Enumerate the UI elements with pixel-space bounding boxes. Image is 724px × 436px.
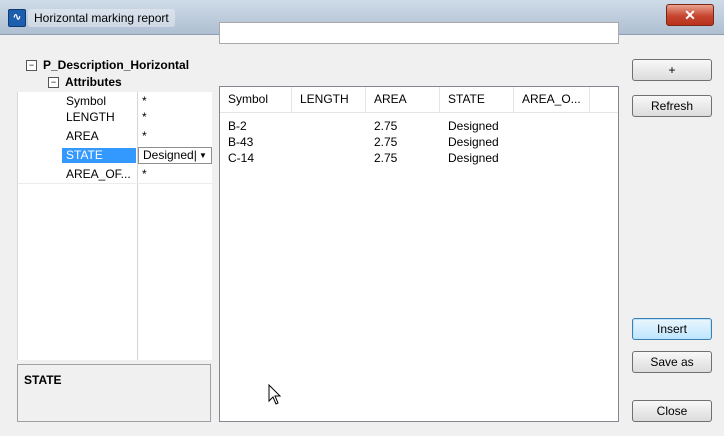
- cell-state: Designed: [448, 151, 499, 165]
- column-header-area[interactable]: AREA: [366, 87, 440, 112]
- column-header-symbol[interactable]: Symbol: [220, 87, 292, 112]
- refresh-button[interactable]: Refresh: [632, 95, 712, 117]
- list-row[interactable]: B-2 2.75 Designed: [220, 119, 618, 133]
- property-value[interactable]: *: [138, 129, 212, 144]
- attributes-label: Attributes: [65, 75, 122, 89]
- column-header-state[interactable]: STATE: [440, 87, 514, 112]
- chart-app-icon: ∿: [8, 9, 26, 27]
- property-grid: Symbol * LENGTH * AREA * STATE Designed|…: [17, 92, 212, 360]
- grid-separator: [18, 183, 212, 184]
- dropdown-value: Designed|: [143, 148, 197, 162]
- report-window: ∿ Horizontal marking report ✕ − P_Descrip…: [0, 0, 724, 436]
- mouse-pointer-icon: [268, 384, 282, 405]
- property-name: LENGTH: [66, 110, 115, 124]
- dropdown-arrow-icon[interactable]: ▼: [197, 149, 209, 162]
- cell-symbol: C-14: [228, 151, 255, 165]
- tree-root-label: P_Description_Horizontal: [43, 58, 190, 72]
- close-button[interactable]: Close: [632, 400, 712, 422]
- close-window-button[interactable]: ✕: [666, 4, 714, 26]
- list-row[interactable]: C-14 2.75 Designed: [220, 151, 618, 165]
- cell-symbol: B-43: [228, 135, 254, 149]
- property-row-selected[interactable]: STATE Designed| ▼: [18, 147, 212, 164]
- cell-state: Designed: [448, 135, 499, 149]
- cell-area: 2.75: [374, 135, 398, 149]
- property-name: STATE: [62, 148, 136, 163]
- filter-input[interactable]: [219, 22, 619, 44]
- property-row[interactable]: AREA_OF... *: [18, 167, 212, 182]
- description-title: STATE: [24, 373, 62, 387]
- property-value[interactable]: *: [138, 94, 212, 109]
- property-value[interactable]: *: [138, 110, 212, 125]
- property-value[interactable]: *: [138, 167, 212, 182]
- column-header-area-of[interactable]: AREA_O...: [514, 87, 590, 112]
- property-name: Symbol: [66, 94, 107, 108]
- list-header: Symbol LENGTH AREA STATE AREA_O...: [220, 87, 618, 113]
- add-button[interactable]: +: [632, 59, 712, 81]
- property-row[interactable]: LENGTH *: [18, 110, 212, 125]
- list-row[interactable]: B-43 2.75 Designed: [220, 135, 618, 149]
- cell-symbol: B-2: [228, 119, 247, 133]
- cell-area: 2.75: [374, 119, 398, 133]
- property-row[interactable]: Symbol *: [18, 94, 212, 109]
- property-name: AREA_OF...: [66, 167, 131, 181]
- save-as-button[interactable]: Save as: [632, 351, 712, 373]
- state-dropdown[interactable]: Designed| ▼: [138, 147, 212, 164]
- column-header-length[interactable]: LENGTH: [292, 87, 366, 112]
- cell-area: 2.75: [374, 151, 398, 165]
- cell-state: Designed: [448, 119, 499, 133]
- insert-button[interactable]: Insert: [632, 318, 712, 340]
- attributes-node[interactable]: − Attributes: [48, 74, 122, 90]
- property-name: AREA: [66, 129, 99, 143]
- collapse-icon[interactable]: −: [26, 60, 37, 72]
- property-row[interactable]: AREA *: [18, 129, 212, 144]
- description-box: STATE: [17, 364, 211, 422]
- report-list[interactable]: Symbol LENGTH AREA STATE AREA_O... B-2 2…: [219, 86, 619, 422]
- window-title: Horizontal marking report: [28, 9, 175, 27]
- tree-root-node[interactable]: − P_Description_Horizontal: [26, 56, 216, 74]
- collapse-icon[interactable]: −: [48, 77, 59, 89]
